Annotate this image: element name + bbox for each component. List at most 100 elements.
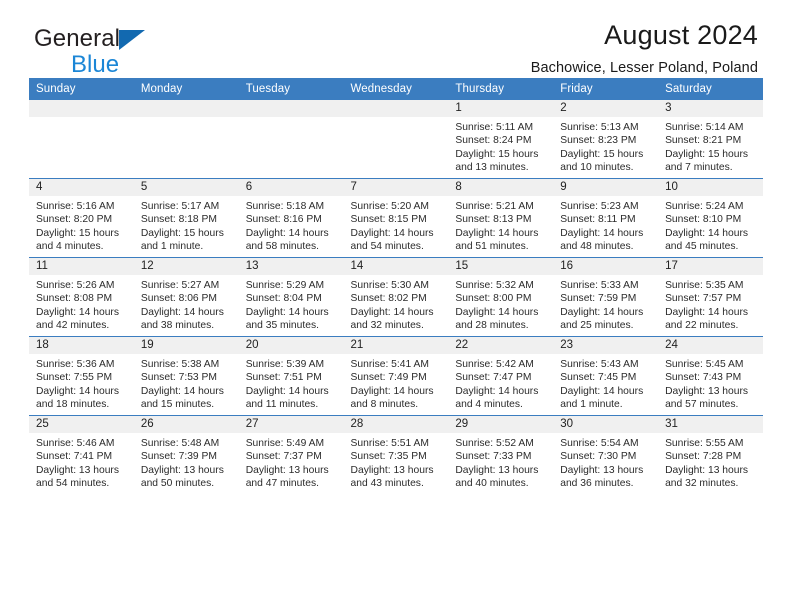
- calendar-page: General Blue August 2024 Bachowice, Less…: [0, 0, 792, 612]
- sunset-text: Sunset: 7:33 PM: [455, 451, 532, 463]
- day-cell-content: [29, 100, 134, 178]
- calendar-day-cell[interactable]: 12 Sunrise: 5:27 AM Sunset: 8:06 PM Dayligh…: [133, 257, 239, 337]
- calendar-day-cell[interactable]: 4 Sunrise: 5:16 AM Sunset: 8:20 PM Daylight…: [29, 178, 134, 258]
- calendar-day-cell[interactable]: 17 Sunrise: 5:35 AM Sunset: 7:57 PM Dayligh…: [658, 257, 763, 337]
- calendar-day-cell[interactable]: 30 Sunrise: 5:54 AM Sunset: 7:30 PM Dayligh…: [553, 415, 659, 494]
- day-number: 21: [343, 337, 449, 354]
- sunrise-text: Sunrise: 5:23 AM: [560, 201, 639, 212]
- weekday-header-friday: Friday: [553, 78, 659, 100]
- calendar-day-cell[interactable]: 31 Sunrise: 5:55 AM Sunset: 7:28 PM Dayligh…: [658, 415, 763, 494]
- sunrise-text: Sunrise: 5:21 AM: [455, 201, 534, 212]
- day-number: 22: [448, 337, 554, 354]
- weekday-header-wednesday: Wednesday: [343, 78, 449, 100]
- sunrise-text: Sunrise: 5:13 AM: [560, 122, 639, 133]
- daylight-text-line2: and 57 minutes.: [665, 398, 739, 410]
- calendar-day-cell[interactable]: 9 Sunrise: 5:23 AM Sunset: 8:11 PM Daylight…: [553, 178, 659, 258]
- daylight-text-line2: and 50 minutes.: [140, 477, 215, 489]
- day-cell-content: 7 Sunrise: 5:20 AM Sunset: 8:15 PM Daylight…: [343, 179, 449, 257]
- calendar-day-cell[interactable]: 20 Sunrise: 5:39 AM Sunset: 7:51 PM Dayligh…: [238, 336, 344, 416]
- calendar-day-cell[interactable]: 15 Sunrise: 5:32 AM Sunset: 8:00 PM Dayligh…: [448, 257, 554, 337]
- calendar-day-cell[interactable]: 18 Sunrise: 5:36 AM Sunset: 7:55 PM Dayligh…: [29, 336, 134, 416]
- day-sun-info: Sunrise: 5:39 AM Sunset: 7:51 PM Daylight:…: [239, 354, 344, 411]
- day-cell-content: 14 Sunrise: 5:30 AM Sunset: 8:02 PM Dayligh…: [343, 258, 449, 336]
- daylight-text-line1: Daylight: 14 hours: [560, 385, 644, 397]
- sunset-text: Sunset: 8:11 PM: [560, 214, 636, 226]
- sunrise-text: Sunrise: 5:43 AM: [560, 359, 639, 370]
- calendar-day-cell[interactable]: 14 Sunrise: 5:30 AM Sunset: 8:02 PM Dayligh…: [343, 257, 449, 337]
- daylight-text-line2: and 48 minutes.: [560, 240, 634, 252]
- calendar-day-cell[interactable]: 27 Sunrise: 5:49 AM Sunset: 7:37 PM Dayligh…: [238, 415, 344, 494]
- day-sun-info: Sunrise: 5:54 AM Sunset: 7:30 PM Daylight:…: [553, 433, 658, 490]
- day-sun-info: Sunrise: 5:17 AM Sunset: 8:18 PM Daylight:…: [134, 196, 239, 253]
- day-cell-content: 23 Sunrise: 5:43 AM Sunset: 7:45 PM Dayligh…: [553, 337, 659, 415]
- day-number: 11: [29, 258, 134, 275]
- sunrise-text: Sunrise: 5:46 AM: [36, 438, 115, 449]
- day-sun-info: Sunrise: 5:42 AM Sunset: 7:47 PM Daylight:…: [448, 354, 553, 411]
- calendar-day-cell[interactable]: 7 Sunrise: 5:20 AM Sunset: 8:15 PM Daylight…: [343, 178, 449, 258]
- calendar-day-cell[interactable]: 28 Sunrise: 5:51 AM Sunset: 7:35 PM Dayligh…: [343, 415, 449, 494]
- daylight-text-line1: Daylight: 13 hours: [245, 464, 329, 476]
- calendar-day-cell[interactable]: 10 Sunrise: 5:24 AM Sunset: 8:10 PM Dayligh…: [658, 178, 763, 258]
- day-cell-content: 12 Sunrise: 5:27 AM Sunset: 8:06 PM Dayligh…: [133, 258, 239, 336]
- day-sun-info: Sunrise: 5:18 AM Sunset: 8:16 PM Daylight:…: [239, 196, 344, 253]
- day-number: 12: [133, 258, 239, 275]
- daylight-text-line1: Daylight: 15 hours: [455, 148, 539, 160]
- calendar-day-cell[interactable]: 3 Sunrise: 5:14 AM Sunset: 8:21 PM Daylight…: [658, 100, 763, 179]
- daylight-text-line2: and 1 minute.: [560, 398, 623, 410]
- daylight-text-line2: and 13 minutes.: [455, 161, 529, 173]
- weekday-header-thursday: Thursday: [448, 78, 554, 100]
- day-cell-content: 30 Sunrise: 5:54 AM Sunset: 7:30 PM Dayligh…: [553, 416, 659, 494]
- day-cell-content: [238, 100, 344, 178]
- daylight-text-line1: Daylight: 15 hours: [665, 148, 749, 160]
- general-blue-logo[interactable]: General Blue: [34, 27, 244, 79]
- calendar-day-cell[interactable]: 8 Sunrise: 5:21 AM Sunset: 8:13 PM Daylight…: [448, 178, 554, 258]
- sunset-text: Sunset: 7:45 PM: [560, 372, 637, 384]
- daylight-text-line2: and 8 minutes.: [350, 398, 419, 410]
- logo-text-general: General: [34, 25, 121, 52]
- daylight-text-line2: and 40 minutes.: [455, 477, 529, 489]
- day-cell-content: 15 Sunrise: 5:32 AM Sunset: 8:00 PM Dayligh…: [448, 258, 554, 336]
- calendar-day-cell[interactable]: 6 Sunrise: 5:18 AM Sunset: 8:16 PM Daylight…: [238, 178, 344, 258]
- day-number: 13: [238, 258, 344, 275]
- sunrise-text: Sunrise: 5:36 AM: [36, 359, 115, 370]
- calendar-day-cell[interactable]: 23 Sunrise: 5:43 AM Sunset: 7:45 PM Dayligh…: [553, 336, 659, 416]
- day-number: 26: [133, 416, 239, 433]
- daylight-text-line1: Daylight: 14 hours: [350, 385, 434, 397]
- daylight-text-line2: and 4 minutes.: [455, 398, 523, 410]
- calendar-day-cell[interactable]: 26 Sunrise: 5:48 AM Sunset: 7:39 PM Dayligh…: [133, 415, 239, 494]
- calendar-week-row: 25 Sunrise: 5:46 AM Sunset: 7:41 PM Dayligh…: [29, 415, 763, 494]
- calendar-day-cell[interactable]: 2 Sunrise: 5:13 AM Sunset: 8:23 PM Daylight…: [553, 100, 659, 179]
- daylight-text-line2: and 36 minutes.: [560, 477, 634, 489]
- day-sun-info: Sunrise: 5:52 AM Sunset: 7:33 PM Daylight:…: [448, 433, 553, 490]
- calendar-day-cell[interactable]: 24 Sunrise: 5:45 AM Sunset: 7:43 PM Dayligh…: [658, 336, 763, 416]
- day-sun-info: Sunrise: 5:46 AM Sunset: 7:41 PM Daylight:…: [29, 433, 134, 490]
- calendar-day-cell[interactable]: 1 Sunrise: 5:11 AM Sunset: 8:24 PM Daylight…: [448, 100, 554, 179]
- calendar-day-cell[interactable]: 29 Sunrise: 5:52 AM Sunset: 7:33 PM Dayligh…: [448, 415, 554, 494]
- calendar-day-cell[interactable]: 13 Sunrise: 5:29 AM Sunset: 8:04 PM Dayligh…: [238, 257, 344, 337]
- sunrise-text: Sunrise: 5:48 AM: [140, 438, 220, 449]
- daylight-text-line2: and 32 minutes.: [350, 319, 424, 331]
- daylight-text-line2: and 11 minutes.: [245, 398, 319, 410]
- day-sun-info: Sunrise: 5:45 AM Sunset: 7:43 PM Daylight:…: [658, 354, 763, 411]
- sunrise-text: Sunrise: 5:49 AM: [245, 438, 325, 449]
- calendar-day-cell[interactable]: 19 Sunrise: 5:38 AM Sunset: 7:53 PM Dayligh…: [133, 336, 239, 416]
- day-cell-content: 19 Sunrise: 5:38 AM Sunset: 7:53 PM Dayligh…: [133, 337, 239, 415]
- day-sun-info: Sunrise: 5:43 AM Sunset: 7:45 PM Daylight:…: [553, 354, 658, 411]
- day-number: 4: [29, 179, 134, 196]
- daylight-text-line1: Daylight: 13 hours: [350, 464, 434, 476]
- calendar-day-cell[interactable]: 25 Sunrise: 5:46 AM Sunset: 7:41 PM Dayligh…: [29, 415, 134, 494]
- daylight-text-line1: Daylight: 14 hours: [455, 227, 539, 239]
- daylight-text-line1: Daylight: 13 hours: [665, 464, 749, 476]
- calendar-day-cell: [133, 100, 239, 179]
- calendar-day-cell[interactable]: 5 Sunrise: 5:17 AM Sunset: 8:18 PM Daylight…: [133, 178, 239, 258]
- calendar-day-cell[interactable]: 22 Sunrise: 5:42 AM Sunset: 7:47 PM Dayligh…: [448, 336, 554, 416]
- calendar-day-cell[interactable]: 11 Sunrise: 5:26 AM Sunset: 8:08 PM Dayligh…: [29, 257, 134, 337]
- day-sun-info: Sunrise: 5:32 AM Sunset: 8:00 PM Daylight:…: [448, 275, 553, 332]
- day-number: 23: [553, 337, 659, 354]
- day-sun-info: Sunrise: 5:30 AM Sunset: 8:02 PM Daylight:…: [344, 275, 449, 332]
- calendar-day-cell[interactable]: 16 Sunrise: 5:33 AM Sunset: 7:59 PM Dayligh…: [553, 257, 659, 337]
- calendar-day-cell[interactable]: 21 Sunrise: 5:41 AM Sunset: 7:49 PM Dayligh…: [343, 336, 449, 416]
- daylight-text-line1: Daylight: 13 hours: [455, 464, 539, 476]
- daylight-text-line2: and 42 minutes.: [36, 319, 110, 331]
- calendar-week-row: 18 Sunrise: 5:36 AM Sunset: 7:55 PM Dayligh…: [29, 336, 763, 416]
